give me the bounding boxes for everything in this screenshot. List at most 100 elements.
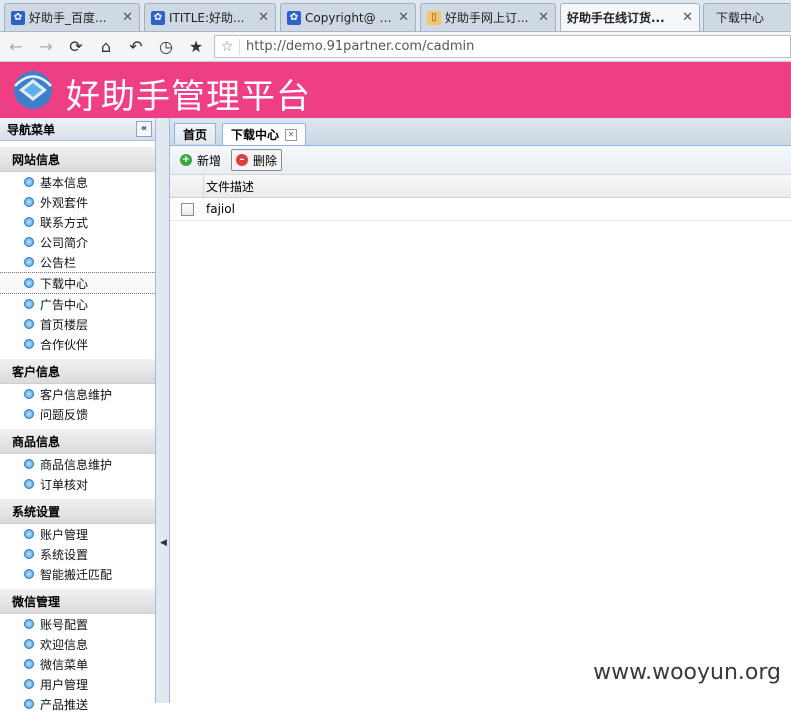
browser-tab[interactable]: 下载中心 xyxy=(703,3,791,31)
chevron-left-icon[interactable]: ◀ xyxy=(160,538,167,548)
sidebar-item-label: 问题反馈 xyxy=(40,407,89,422)
bullet-icon xyxy=(24,639,34,649)
sidebar-item-label: 订单核对 xyxy=(40,477,89,492)
sidebar-item[interactable]: 公告栏 xyxy=(0,252,155,272)
sidebar-item[interactable]: 下载中心 xyxy=(0,272,155,294)
sidebar-item[interactable]: 合作伙伴 xyxy=(0,334,155,354)
sidebar-item[interactable]: 广告中心 xyxy=(0,294,155,314)
sidebar-item[interactable]: 公司简介 xyxy=(0,232,155,252)
bullet-icon xyxy=(24,339,34,349)
tab-home[interactable]: 首页 xyxy=(174,123,217,144)
tab-label: 首页 xyxy=(183,127,208,142)
add-icon: + xyxy=(180,154,192,166)
back-icon[interactable]: ← xyxy=(6,36,26,56)
bullet-icon xyxy=(24,197,34,207)
sidebar-item[interactable]: 微信菜单 xyxy=(0,654,155,674)
page-icon: ▯ xyxy=(427,10,441,25)
sidebar-group-header[interactable]: 微信管理 xyxy=(0,588,155,614)
bullet-icon xyxy=(24,257,34,267)
sidebar-item[interactable]: 首页楼层 xyxy=(0,314,155,334)
sidebar-item[interactable]: 外观套件 xyxy=(0,192,155,212)
delete-button-label: 删除 xyxy=(253,153,278,168)
browser-tab-title: 好助手_百度... xyxy=(29,11,107,25)
add-button-label: 新增 xyxy=(197,153,222,168)
sidebar-title: 导航菜单 « xyxy=(0,118,155,141)
bullet-icon xyxy=(24,299,34,309)
browser-tab[interactable]: ✿ ITITLE:好助... ✕ xyxy=(144,3,276,31)
sidebar-item-label: 微信菜单 xyxy=(40,657,89,672)
close-icon[interactable]: ✕ xyxy=(122,10,133,25)
sidebar-item[interactable]: 商品信息维护 xyxy=(0,454,155,474)
close-icon[interactable]: ✕ xyxy=(398,10,409,25)
address-url[interactable]: http://demo.91partner.com/cadmin xyxy=(240,39,474,54)
grid-header: 文件描述 xyxy=(170,175,791,198)
browser-tab-title: Copyright@ 2... xyxy=(305,10,395,25)
favorite-star-icon[interactable]: ☆ xyxy=(215,38,240,55)
sidebar-item[interactable]: 账号配置 xyxy=(0,614,155,634)
grid-toolbar: + 新增 – 删除 xyxy=(170,146,791,175)
table-row[interactable]: fajiol xyxy=(170,198,791,221)
browser-tab-title: ITITLE:好助... xyxy=(169,11,245,25)
address-bar[interactable]: ☆ http://demo.91partner.com/cadmin xyxy=(214,35,791,58)
collapse-icon[interactable]: « xyxy=(136,121,152,137)
sidebar-item-label: 客户信息维护 xyxy=(40,387,113,402)
sidebar-item-label: 公司简介 xyxy=(40,235,89,250)
sidebar-item[interactable]: 产品推送 xyxy=(0,694,155,714)
sidebar-item[interactable]: 欢迎信息 xyxy=(0,634,155,654)
column-header-file-desc[interactable]: 文件描述 xyxy=(204,178,254,195)
sidebar-item-label: 商品信息维护 xyxy=(40,457,113,472)
browser-tab-title: 下载中心 xyxy=(716,11,765,25)
bullet-icon xyxy=(24,177,34,187)
sidebar-item-label: 首页楼层 xyxy=(40,317,89,332)
sidebar-item[interactable]: 订单核对 xyxy=(0,474,155,494)
close-icon[interactable]: ✕ xyxy=(682,10,693,25)
sidebar-item[interactable]: 用户管理 xyxy=(0,674,155,694)
forward-icon[interactable]: → xyxy=(36,36,56,56)
bookmark-star-icon[interactable]: ★ xyxy=(186,36,206,56)
app-header: 好助手管理平台 xyxy=(0,62,791,118)
bullet-icon xyxy=(24,549,34,559)
sidebar-group-header[interactable]: 网站信息 xyxy=(0,146,155,172)
tab-download-center[interactable]: 下载中心 ✕ xyxy=(222,123,307,145)
row-checkbox[interactable] xyxy=(180,202,194,216)
reload-icon[interactable]: ⟳ xyxy=(66,36,86,56)
sidebar-item[interactable]: 基本信息 xyxy=(0,172,155,192)
browser-nav-bar: ← → ⟳ ⌂ ↶ ◷ ★ ☆ http://demo.91partner.co… xyxy=(0,32,791,62)
close-icon[interactable]: ✕ xyxy=(285,128,298,141)
browser-tab[interactable]: ▯ 好助手网上订... ✕ xyxy=(420,3,556,31)
browser-tab-active[interactable]: 好助手在线订货... ✕ xyxy=(560,3,700,31)
undo-icon[interactable]: ↶ xyxy=(126,36,146,56)
browser-tab[interactable]: ✿ 好助手_百度... ✕ xyxy=(4,3,140,31)
bullet-icon xyxy=(24,319,34,329)
sidebar-splitter[interactable]: ◀ xyxy=(156,118,170,703)
sidebar-item-label: 外观套件 xyxy=(40,195,89,210)
sidebar-item-label: 下载中心 xyxy=(40,276,89,291)
sidebar-item-label: 产品推送 xyxy=(40,697,89,712)
paw-icon: ✿ xyxy=(151,10,165,25)
main-panel: 首页 下载中心 ✕ + 新增 – 删除 文件描述 fajiol xyxy=(170,118,791,703)
history-icon[interactable]: ◷ xyxy=(156,36,176,56)
tab-label: 下载中心 xyxy=(231,128,280,142)
bullet-icon xyxy=(24,409,34,419)
add-button[interactable]: + 新增 xyxy=(176,150,225,170)
sidebar-group-header[interactable]: 系统设置 xyxy=(0,498,155,524)
sidebar-group-header[interactable]: 商品信息 xyxy=(0,428,155,454)
sidebar-item[interactable]: 问题反馈 xyxy=(0,404,155,424)
bullet-icon xyxy=(24,619,34,629)
sidebar-item[interactable]: 智能搬迁匹配 xyxy=(0,564,155,584)
bullet-icon xyxy=(24,529,34,539)
nav-sidebar: 导航菜单 « 网站信息 基本信息外观套件联系方式公司简介公告栏下载中心广告中心首页… xyxy=(0,118,156,712)
sidebar-item[interactable]: 客户信息维护 xyxy=(0,384,155,404)
browser-tab[interactable]: ✿ Copyright@ 2... ✕ xyxy=(280,3,416,31)
delete-button[interactable]: – 删除 xyxy=(231,149,283,171)
sidebar-item-label: 欢迎信息 xyxy=(40,637,89,652)
sidebar-item[interactable]: 系统设置 xyxy=(0,544,155,564)
sidebar-group-header[interactable]: 客户信息 xyxy=(0,358,155,384)
panel-tabs: 首页 下载中心 ✕ xyxy=(170,118,791,146)
sidebar-item[interactable]: 联系方式 xyxy=(0,212,155,232)
close-icon[interactable]: ✕ xyxy=(258,10,269,25)
close-icon[interactable]: ✕ xyxy=(538,10,549,25)
sidebar-item[interactable]: 账户管理 xyxy=(0,524,155,544)
delete-icon: – xyxy=(236,154,249,166)
home-icon[interactable]: ⌂ xyxy=(96,36,116,56)
